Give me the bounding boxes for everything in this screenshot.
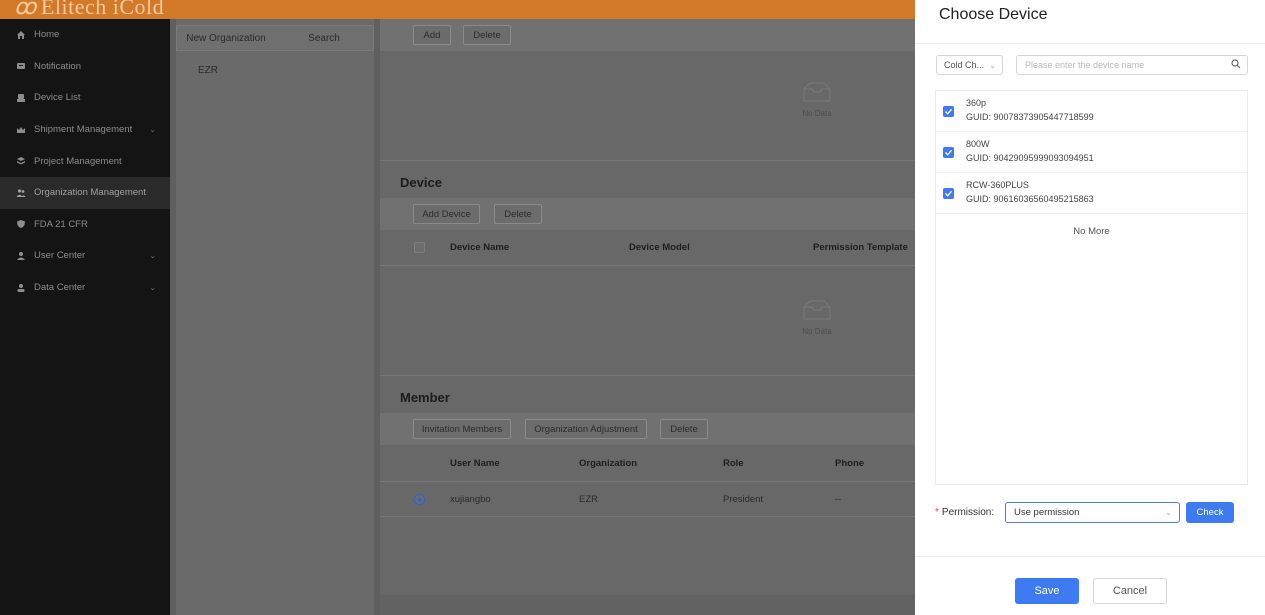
column-permission-template: Permission Template [813, 242, 908, 253]
chevron-down-icon: ⌄ [1165, 508, 1172, 517]
organization-panel-header: New Organization Search [176, 25, 374, 51]
drawer-title: Choose Device [939, 6, 1048, 23]
sidebar-item-project-management[interactable]: Project Management [0, 145, 170, 177]
select-all-checkbox[interactable] [414, 242, 425, 253]
add-button[interactable]: Add [413, 25, 451, 45]
column-organization: Organization [579, 458, 638, 469]
permission-label: * Permission: [935, 507, 995, 518]
empty-box-icon [803, 300, 831, 320]
device-name: 360p [966, 98, 987, 108]
device-toolbar: Add Device Delete [380, 198, 915, 230]
device-checkbox[interactable] [943, 147, 954, 158]
cancel-button[interactable]: Cancel [1093, 578, 1167, 604]
device-checkbox[interactable] [943, 188, 954, 199]
sidebar: Home Notification Device List Shipment M… [0, 19, 170, 615]
app-logo: ꝏ Elitech iCold [14, 0, 164, 20]
device-list: 360p GUID: 90078373905447718599 800W GUI… [935, 90, 1248, 485]
divider [915, 43, 1265, 44]
column-device-name: Device Name [450, 242, 510, 253]
delete-button[interactable]: Delete [463, 25, 511, 45]
permission-select[interactable]: Use permission ⌄ [1005, 502, 1180, 523]
top-toolbar: Add Delete [380, 19, 915, 51]
divider [915, 556, 1265, 557]
cell-user-name: xujiangbo [450, 494, 491, 505]
sidebar-item-home[interactable]: Home [0, 19, 170, 51]
cell-organization: EZR [579, 494, 598, 505]
user-icon [16, 251, 26, 261]
member-section-title: Member [400, 390, 450, 405]
column-device-model: Device Model [629, 242, 690, 253]
list-item[interactable]: RCW-360PLUS GUID: 90616036560495215863 [936, 173, 1247, 214]
delete-device-button[interactable]: Delete [494, 204, 542, 224]
home-icon [16, 30, 26, 40]
chevron-down-icon: ⌄ [989, 60, 996, 70]
shipment-icon [16, 125, 26, 135]
list-item[interactable]: 360p GUID: 90078373905447718599 [936, 91, 1247, 132]
organization-adjustment-button[interactable]: Organization Adjustment [525, 419, 647, 439]
cell-role: President [723, 494, 764, 505]
cell-phone: -- [835, 494, 842, 505]
device-name: 800W [966, 139, 990, 149]
choose-device-drawer: Choose Device Cold Ch... ⌄ Please enter … [915, 0, 1265, 615]
logo-mark-icon: ꝏ [14, 0, 37, 19]
check-icon [945, 108, 953, 115]
empty-state: No Data [777, 81, 857, 118]
device-guid: GUID: 90078373905447718599 [966, 112, 1094, 122]
sidebar-item-notification[interactable]: Notification [0, 51, 170, 83]
device-checkbox[interactable] [943, 106, 954, 117]
list-item[interactable]: 800W GUID: 90429095999093094951 [936, 132, 1247, 173]
device-search-input[interactable]: Please enter the device name [1016, 55, 1248, 75]
check-button[interactable]: Check [1186, 502, 1234, 523]
column-role: Role [723, 458, 744, 469]
divider [380, 265, 915, 266]
member-toolbar: Invitation Members Organization Adjustme… [380, 413, 915, 445]
empty-box-icon [803, 82, 831, 102]
chevron-down-icon: ⌄ [149, 283, 156, 293]
sidebar-item-shipment-management[interactable]: Shipment Management ⌄ [0, 114, 170, 146]
chevron-down-icon: ⌄ [149, 251, 156, 261]
chevron-down-icon: ⌄ [149, 125, 156, 135]
column-user-name: User Name [450, 458, 500, 469]
device-list-icon [16, 93, 26, 103]
top-bar: ꝏ Elitech iCold [0, 0, 915, 19]
search-icon[interactable] [1231, 59, 1241, 71]
device-guid: GUID: 90429095999093094951 [966, 153, 1094, 163]
project-icon [16, 156, 26, 166]
save-button[interactable]: Save [1015, 578, 1079, 604]
empty-state: No Data [777, 299, 857, 336]
data-center-icon [16, 283, 26, 293]
new-organization-button[interactable]: New Organization [177, 26, 275, 50]
notification-icon [16, 61, 26, 71]
search-button[interactable]: Search [275, 26, 373, 50]
sidebar-item-fda-21-cfr[interactable]: FDA 21 CFR [0, 209, 170, 241]
shield-icon [16, 219, 26, 229]
divider [380, 516, 915, 517]
divider [380, 481, 915, 482]
footer-strip [380, 595, 915, 615]
sidebar-item-user-center[interactable]: User Center ⌄ [0, 240, 170, 272]
main-content: Add Delete No Data Device Add Device Del… [380, 19, 915, 615]
device-guid: GUID: 90616036560495215863 [966, 194, 1094, 204]
column-phone: Phone [835, 458, 865, 469]
organization-icon [16, 188, 26, 198]
required-asterisk: * [935, 507, 939, 518]
sidebar-item-device-list[interactable]: Device List [0, 82, 170, 114]
device-section-title: Device [400, 175, 442, 190]
member-radio[interactable] [414, 494, 425, 505]
check-icon [945, 190, 953, 197]
divider [380, 160, 915, 161]
device-name: RCW-360PLUS [966, 180, 1029, 190]
sidebar-item-organization-management[interactable]: Organization Management [0, 176, 170, 209]
delete-member-button[interactable]: Delete [660, 419, 708, 439]
device-type-select[interactable]: Cold Ch... ⌄ [936, 55, 1003, 75]
organization-panel: New Organization Search EZR [176, 19, 374, 615]
add-device-button[interactable]: Add Device [413, 204, 480, 224]
check-icon [945, 149, 953, 156]
divider [380, 375, 915, 376]
organization-tree-item[interactable]: EZR [176, 51, 374, 76]
invitation-members-button[interactable]: Invitation Members [413, 419, 511, 439]
sidebar-item-data-center[interactable]: Data Center ⌄ [0, 272, 170, 304]
no-more-text: No More [1073, 226, 1110, 237]
